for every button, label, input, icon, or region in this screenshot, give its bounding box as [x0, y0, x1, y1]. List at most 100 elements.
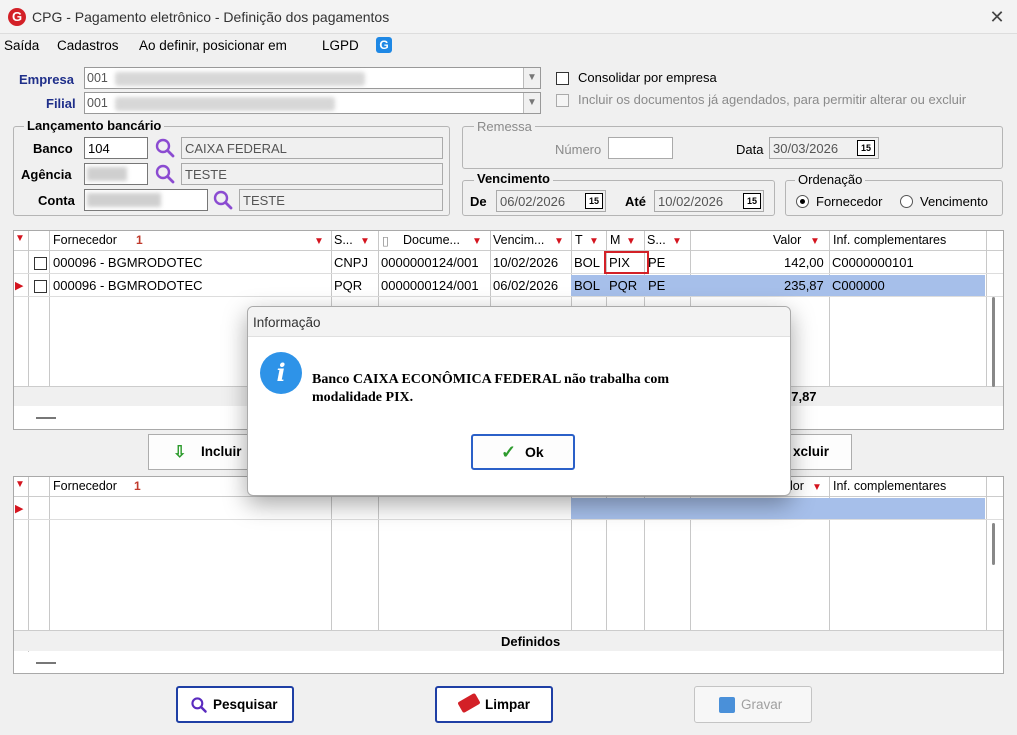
current-row-arrow-icon: ▶	[15, 280, 24, 292]
filter-icon[interactable]: ▼	[360, 236, 370, 247]
col-m[interactable]: M	[610, 233, 620, 247]
empresa-redacted	[115, 72, 365, 86]
de-label: De	[470, 194, 487, 209]
lancamento-title: Lançamento bancário	[24, 118, 165, 133]
gravar-button[interactable]: Gravar	[694, 686, 812, 723]
conta-code-field[interactable]	[84, 189, 208, 211]
ordenacao-title: Ordenação	[795, 172, 866, 187]
menu-lgpd[interactable]: LGPD	[322, 38, 359, 53]
col-fornecedor[interactable]: Fornecedor	[53, 479, 117, 493]
filter-icon[interactable]: ▼	[812, 482, 822, 493]
filial-combo[interactable]: 001 ▼	[84, 92, 541, 114]
conta-name-field: TESTE	[239, 189, 443, 211]
filter-icon[interactable]: ▼	[672, 236, 682, 247]
radio-vencimento-label: Vencimento	[920, 194, 988, 209]
dialog-message: Banco CAIXA ECONÔMICA FEDERAL não trabal…	[312, 371, 772, 407]
col-inf[interactable]: Inf. complementares	[833, 233, 946, 247]
table-row[interactable]: ▶	[14, 498, 1003, 520]
chevron-down-icon[interactable]: ▼	[523, 68, 540, 88]
filter-icon[interactable]: ▼	[589, 236, 599, 247]
filter-icon[interactable]: ▼	[626, 236, 636, 247]
col-inf[interactable]: Inf. complementares	[833, 479, 946, 493]
horizontal-scroll-thumb[interactable]	[36, 662, 56, 664]
app-logo-icon: G	[8, 8, 26, 26]
banco-code-field[interactable]: 104	[84, 137, 148, 159]
conta-label: Conta	[38, 193, 75, 208]
lgpd-logo-icon[interactable]: G	[376, 37, 392, 53]
checkmark-icon: ✓	[501, 442, 517, 462]
banco-name-field: CAIXA FEDERAL	[181, 137, 443, 159]
col-s[interactable]: S...	[334, 233, 353, 247]
filter-icon[interactable]: ▼	[472, 236, 482, 247]
agencia-code-field[interactable]	[84, 163, 148, 185]
search-icon[interactable]	[212, 189, 234, 211]
filter-icon[interactable]: ▼	[810, 236, 820, 247]
banco-label: Banco	[33, 141, 73, 156]
agencia-redacted	[87, 167, 127, 181]
row-checkbox[interactable]	[34, 257, 47, 270]
excluir-button[interactable]: xcluir	[790, 434, 852, 470]
agencia-name-field: TESTE	[181, 163, 443, 185]
calendar-icon[interactable]: 15	[857, 140, 875, 156]
consolidar-label: Consolidar por empresa	[578, 70, 717, 85]
col-valor[interactable]: lor	[790, 479, 804, 493]
row-checkbox[interactable]	[34, 280, 47, 293]
info-dialog: Informação i Banco CAIXA ECONÔMICA FEDER…	[247, 306, 791, 496]
menu-saida[interactable]: Saída	[4, 38, 39, 53]
menu-cadastros[interactable]: Cadastros	[57, 38, 119, 53]
bottom-grid[interactable]: ▼ Fornecedor 1 lor ▼ Inf. complementares…	[13, 476, 1004, 674]
numero-label: Número	[555, 142, 602, 157]
eraser-icon	[457, 692, 481, 714]
filter-icon[interactable]: ▼	[554, 236, 564, 247]
dialog-title: Informação	[253, 315, 321, 330]
ok-button[interactable]: ✓ Ok	[471, 434, 575, 470]
close-icon[interactable]: ✕	[985, 5, 1009, 29]
search-icon	[191, 697, 207, 713]
horizontal-scroll-thumb[interactable]	[36, 417, 56, 419]
table-row[interactable]: ▶ 000096 - BGMRODOTEC PQR 0000000124/001…	[14, 275, 1003, 297]
consolidar-checkbox[interactable]	[556, 72, 569, 85]
dialog-title-bar	[248, 307, 790, 337]
ate-label: Até	[625, 194, 646, 209]
search-icon[interactable]	[154, 137, 176, 159]
sort-indicator-icon: 1	[134, 479, 141, 493]
col-valor[interactable]: Valor	[773, 233, 801, 247]
radio-vencimento[interactable]	[900, 195, 913, 208]
table-row[interactable]: 000096 - BGMRODOTEC CNPJ 0000000124/001 …	[14, 251, 1003, 274]
col-t[interactable]: T	[575, 233, 583, 247]
empresa-combo[interactable]: 001 ▼	[84, 67, 541, 89]
dialog-message-line2: modalidade PIX.	[312, 390, 414, 405]
col-s2[interactable]: S...	[647, 233, 666, 247]
red-arrow-down-icon: ▼	[15, 233, 25, 244]
save-icon	[719, 697, 735, 713]
col-fornecedor[interactable]: Fornecedor	[53, 233, 117, 247]
col-documento[interactable]: Docume...	[403, 233, 460, 247]
incluir-agendados-checkbox[interactable]	[556, 94, 569, 107]
pesquisar-button[interactable]: Pesquisar	[176, 686, 294, 723]
menu-ao-definir[interactable]: Ao definir, posicionar em	[139, 38, 287, 53]
vencimento-title: Vencimento	[474, 171, 553, 186]
highlight-box	[604, 251, 649, 274]
agencia-label: Agência	[21, 167, 72, 182]
info-icon: i	[260, 352, 302, 394]
limpar-button[interactable]: Limpar	[435, 686, 553, 723]
col-vencimento[interactable]: Vencim...	[493, 233, 544, 247]
filter-icon[interactable]: ▼	[314, 236, 324, 247]
bottom-grid-totals: Definidos	[14, 630, 1003, 651]
numero-field[interactable]	[608, 137, 673, 159]
dialog-message-line1: Banco CAIXA ECONÔMICA FEDERAL não trabal…	[312, 372, 670, 387]
calendar-icon[interactable]: 15	[585, 193, 603, 209]
chevron-down-icon[interactable]: ▼	[523, 93, 540, 113]
sort-indicator-icon: 1	[136, 233, 143, 247]
conta-redacted	[87, 193, 161, 207]
search-icon[interactable]	[154, 163, 176, 185]
vertical-scrollbar[interactable]	[992, 523, 995, 565]
calendar-icon[interactable]: 15	[743, 193, 761, 209]
filial-redacted	[115, 97, 335, 111]
filial-label: Filial	[46, 96, 76, 111]
definidos-label: Definidos	[501, 634, 561, 649]
vertical-scrollbar[interactable]	[992, 297, 995, 387]
empresa-label: Empresa	[19, 72, 74, 87]
incluir-button[interactable]: ⇩ Incluir	[148, 434, 248, 470]
radio-fornecedor[interactable]	[796, 195, 809, 208]
